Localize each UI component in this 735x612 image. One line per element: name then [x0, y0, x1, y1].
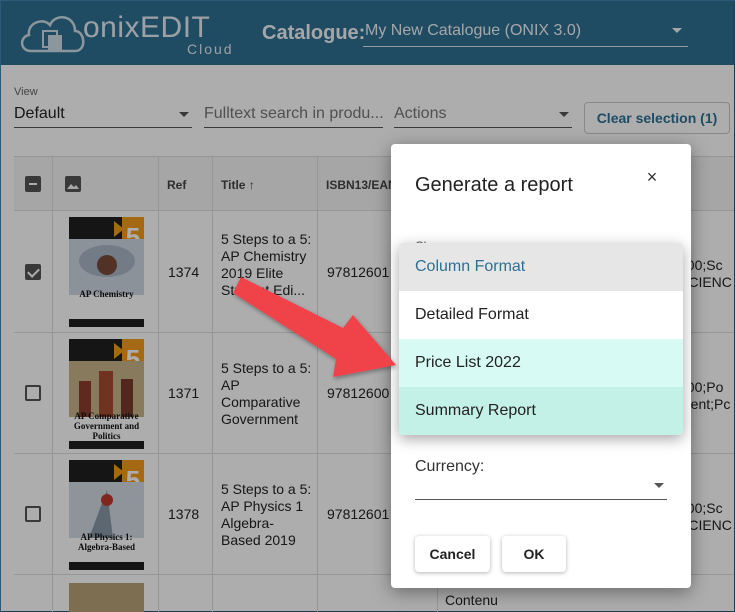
option-summary-report[interactable]: Summary Report [399, 387, 683, 435]
option-column-format[interactable]: Column Format [399, 243, 683, 291]
ok-button[interactable]: OK [502, 536, 566, 572]
option-price-list-2022[interactable]: Price List 2022 [399, 339, 683, 387]
option-detailed-format[interactable]: Detailed Format [399, 291, 683, 339]
dialog-title: Generate a report [415, 174, 573, 196]
close-icon[interactable]: × [641, 166, 663, 188]
currency-select[interactable] [415, 474, 667, 500]
cancel-button[interactable]: Cancel [415, 536, 490, 572]
report-type-dropdown: Column Format Detailed Format Price List… [399, 243, 683, 435]
chevron-down-icon [654, 483, 664, 488]
